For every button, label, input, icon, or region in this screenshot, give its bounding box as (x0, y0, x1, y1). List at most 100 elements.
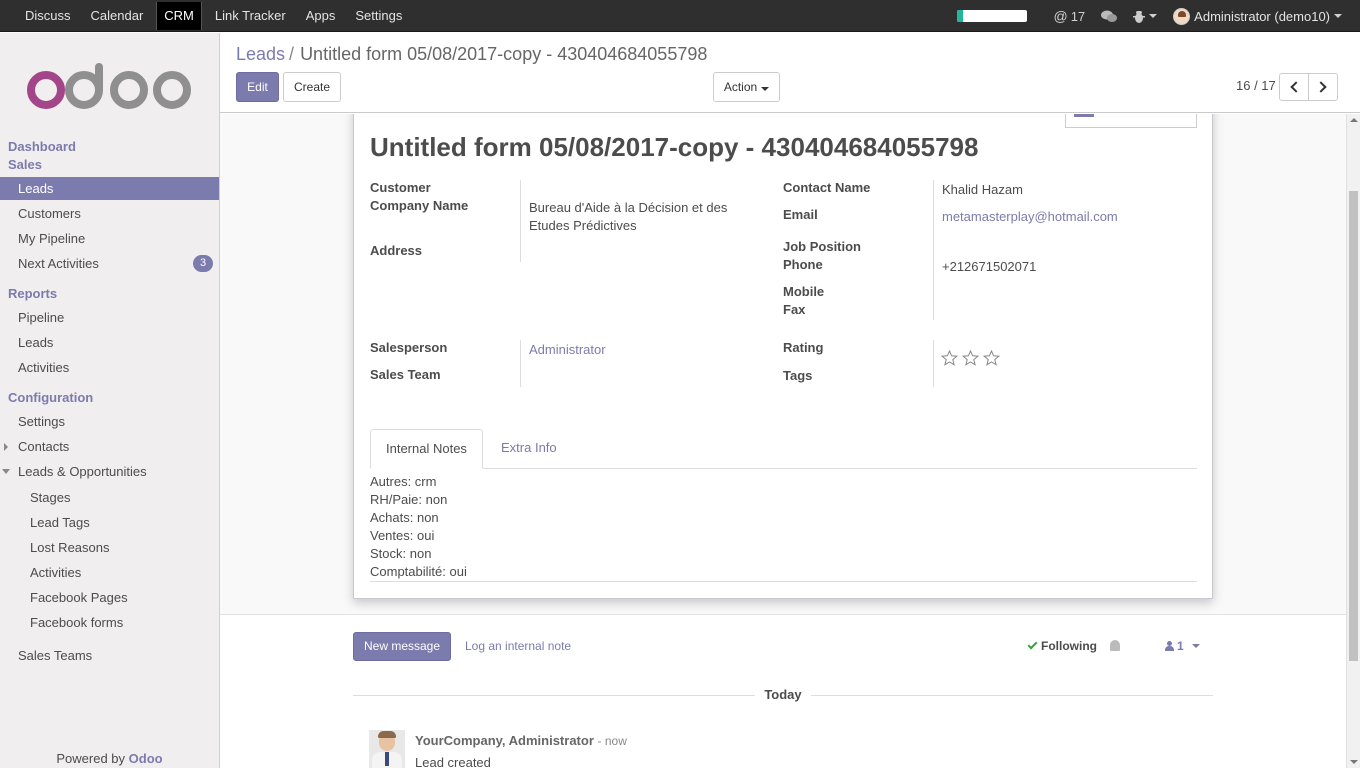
menu-calendar[interactable]: Calendar (81, 0, 154, 32)
smart-button[interactable] (1065, 114, 1197, 128)
avatar-hair (378, 731, 396, 738)
sidebar-item-next-activities[interactable]: Next Activities 3 (0, 252, 219, 275)
debug-menu[interactable] (1133, 10, 1158, 23)
avatar-tie (385, 752, 389, 766)
message-author-avatar[interactable] (369, 730, 405, 768)
star-icon[interactable] (941, 350, 958, 366)
sidebar-item-report-activities[interactable]: Activities (0, 356, 219, 379)
menu-settings[interactable]: Settings (345, 0, 412, 32)
menu-apps[interactable]: Apps (296, 0, 346, 32)
chat-icon[interactable] (1101, 10, 1118, 23)
internal-notes-content[interactable]: Autres: crm RH/Paie: non Achats: non Ven… (370, 473, 467, 581)
sidebar-item-contacts[interactable]: Contacts (0, 435, 219, 458)
chevron-down-icon (1149, 14, 1158, 18)
note-line: Autres: crm (370, 474, 437, 489)
sidebar: Dashboard Sales Leads Customers My Pipel… (0, 33, 220, 768)
message-time: - now (597, 734, 627, 748)
field-divider (520, 340, 521, 387)
star-icon[interactable] (962, 350, 979, 366)
menu-crm[interactable]: CRM (156, 1, 202, 30)
pager-previous-button[interactable] (1279, 73, 1309, 101)
stat-icon (1074, 114, 1094, 117)
rating-stars[interactable] (941, 350, 1000, 366)
tab-extra-info[interactable]: Extra Info (486, 429, 572, 469)
chevron-right-icon (1315, 81, 1327, 93)
sidebar-section-configuration[interactable]: Configuration (8, 390, 93, 405)
following-button[interactable]: Following (1027, 639, 1097, 653)
followers-dropdown[interactable]: 1 (1165, 639, 1200, 653)
chevron-down-icon (1334, 14, 1342, 18)
sidebar-item-config-activities[interactable]: Activities (0, 561, 219, 584)
company-name-value-line1: Bureau d'Aide à la Décision et des (529, 200, 728, 215)
sidebar-item-facebook-pages[interactable]: Facebook Pages (0, 586, 219, 609)
note-line: Stock: non (370, 546, 432, 561)
sidebar-item-report-leads[interactable]: Leads (0, 331, 219, 354)
sidebar-item-lead-tags[interactable]: Lead Tags (0, 511, 219, 534)
sidebar-item-config-settings[interactable]: Settings (0, 410, 219, 433)
sidebar-item-stages[interactable]: Stages (0, 486, 219, 509)
sidebar-item-facebook-forms[interactable]: Facebook forms (0, 611, 219, 634)
phone-value[interactable]: +212671502071 (942, 259, 1036, 274)
sidebar-section-reports[interactable]: Reports (8, 286, 57, 301)
new-message-button[interactable]: New message (353, 632, 451, 661)
field-divider (933, 340, 934, 387)
breadcrumb-leads[interactable]: Leads (236, 44, 285, 64)
breadcrumb: Leads / Untitled form 05/08/2017-copy - 43… (236, 44, 707, 65)
sidebar-section-sales[interactable]: Sales (8, 157, 42, 172)
contact-name-label: Contact Name (783, 180, 871, 195)
message-author[interactable]: YourCompany, Administrator (415, 733, 594, 748)
progress-fill (957, 10, 964, 22)
user-menu[interactable]: Administrator (demo10) (1173, 7, 1342, 25)
notebook-tabs: Internal Notes Extra Info (370, 429, 1197, 469)
powered-by: Powered by Odoo (0, 751, 219, 766)
powered-brand[interactable]: Odoo (129, 751, 163, 766)
pager-next-button[interactable] (1308, 73, 1338, 101)
chevron-down-icon (1191, 644, 1200, 648)
note-line: RH/Paie: non (370, 492, 448, 507)
check-icon (1027, 639, 1038, 650)
scroll-up-icon[interactable] (1350, 118, 1358, 122)
scroll-down-icon[interactable] (1350, 760, 1358, 764)
salesperson-link[interactable]: Administrator (529, 342, 606, 357)
note-line: Achats: non (370, 510, 439, 525)
planner-progress-bar[interactable] (957, 10, 1028, 22)
sidebar-item-leads-opportunities[interactable]: Leads & Opportunities (0, 460, 219, 483)
note-line: Comptabilité: oui (370, 564, 467, 579)
sidebar-item-label: Leads & Opportunities (18, 464, 147, 479)
company-name-value-line2: Etudes Prédictives (529, 218, 637, 233)
mentions-count: 17 (1070, 8, 1086, 24)
following-label: Following (1041, 639, 1097, 653)
sidebar-item-my-pipeline[interactable]: My Pipeline (0, 227, 219, 250)
expand-icon (4, 443, 8, 451)
sidebar-item-sales-teams[interactable]: Sales Teams (0, 644, 219, 667)
log-note-button[interactable]: Log an internal note (465, 639, 571, 653)
sidebar-section-dashboard[interactable]: Dashboard (8, 139, 76, 154)
action-dropdown[interactable]: Action (713, 72, 780, 102)
star-icon[interactable] (983, 350, 1000, 366)
scroll-thumb[interactable] (1349, 191, 1358, 661)
email-link[interactable]: metamasterplay@hotmail.com (942, 209, 1118, 224)
odoo-logo[interactable] (26, 63, 196, 113)
sidebar-item-report-pipeline[interactable]: Pipeline (0, 306, 219, 329)
pager-value[interactable]: 16 / 17 (1236, 78, 1276, 93)
followers-count: 1 (1177, 639, 1184, 653)
menu-link-tracker[interactable]: Link Tracker (205, 0, 296, 32)
address-label: Address (370, 243, 423, 258)
sales-team-label: Sales Team (370, 367, 441, 382)
user-avatar (1173, 7, 1191, 25)
lead-title: Untitled form 05/08/2017-copy - 43040468… (370, 132, 979, 162)
menu-discuss[interactable]: Discuss (0, 0, 81, 32)
sidebar-item-customers[interactable]: Customers (0, 202, 219, 225)
bell-icon[interactable] (1110, 640, 1120, 651)
sidebar-item-leads[interactable]: Leads (0, 177, 219, 200)
tags-label: Tags (783, 368, 813, 383)
edit-button[interactable]: Edit (236, 72, 279, 102)
sidebar-item-lost-reasons[interactable]: Lost Reasons (0, 536, 219, 559)
tab-internal-notes[interactable]: Internal Notes (370, 429, 483, 469)
user-name: Administrator (demo10) (1194, 8, 1330, 24)
message-header: YourCompany, Administrator - now (415, 733, 627, 748)
create-button[interactable]: Create (283, 72, 341, 102)
rating-label: Rating (783, 340, 824, 355)
mentions-button[interactable]: @ 17 (1053, 8, 1085, 24)
vertical-scrollbar[interactable] (1346, 114, 1360, 768)
